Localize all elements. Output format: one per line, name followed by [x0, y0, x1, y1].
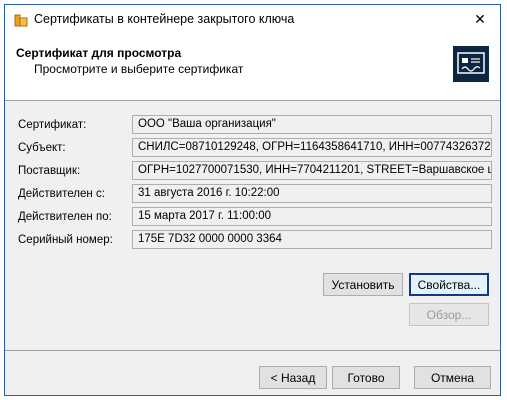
header-title: Сертификат для просмотра [16, 46, 182, 60]
install-button[interactable]: Установить [323, 273, 403, 296]
close-icon: ✕ [474, 11, 486, 27]
certificate-icon [453, 46, 489, 82]
certificate-field[interactable]: ООО "Ваша организация" [132, 115, 492, 134]
issuer-label: Поставщик: [18, 165, 81, 177]
finish-button[interactable]: Готово [332, 366, 400, 389]
header-subtitle: Просмотрите и выберите сертификат [34, 62, 244, 76]
cancel-button[interactable]: Отмена [414, 366, 491, 389]
header-panel: Сертификат для просмотра Просмотрите и в… [5, 34, 500, 101]
back-button[interactable]: < Назад [259, 366, 327, 389]
subject-label: Субъект: [18, 142, 66, 154]
valid-to-field[interactable]: 15 марта 2017 г. 11:00:00 [132, 207, 492, 226]
footer-divider [5, 350, 500, 351]
valid-from-field[interactable]: 31 августа 2016 г. 10:22:00 [132, 184, 492, 203]
serial-field[interactable]: 175E 7D32 0000 0000 3364 [132, 230, 492, 249]
serial-label: Серийный номер: [18, 234, 113, 246]
issuer-field[interactable]: ОГРН=1027700071530, ИНН=7704211201, STRE… [132, 161, 492, 180]
close-button[interactable]: ✕ [460, 5, 500, 34]
subject-field[interactable]: СНИЛС=08710129248, ОГРН=1164358641710, И… [132, 138, 492, 157]
app-icon [14, 13, 28, 27]
certificate-dialog: Сертификаты в контейнере закрытого ключа… [4, 4, 501, 396]
window-title: Сертификаты в контейнере закрытого ключа [34, 12, 295, 26]
valid-from-label: Действителен с: [18, 188, 105, 200]
valid-to-label: Действителен по: [18, 211, 112, 223]
title-bar: Сертификаты в контейнере закрытого ключа… [5, 5, 500, 34]
properties-button[interactable]: Свойства... [409, 273, 489, 296]
certificate-label: Сертификат: [18, 119, 87, 131]
browse-button[interactable]: Обзор... [409, 303, 489, 326]
